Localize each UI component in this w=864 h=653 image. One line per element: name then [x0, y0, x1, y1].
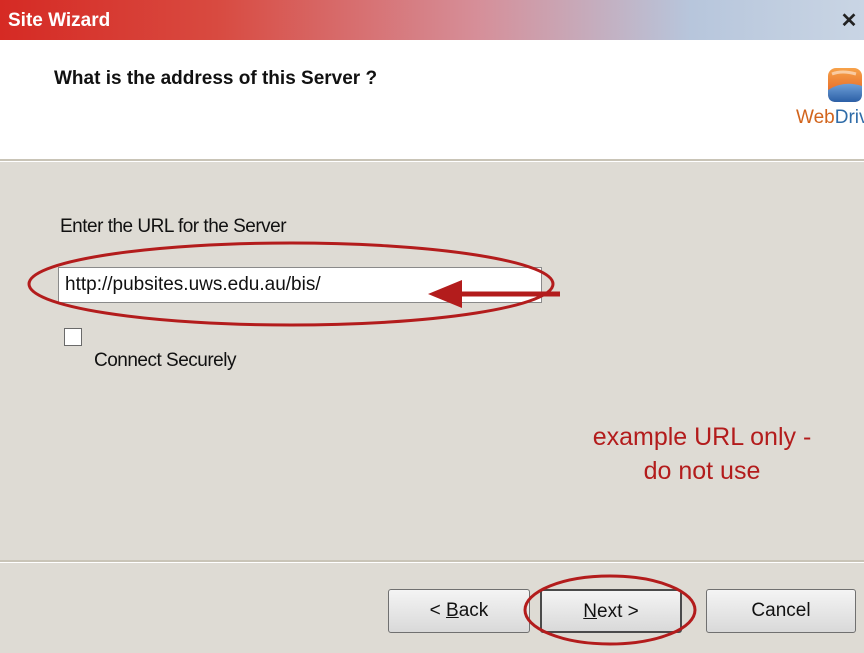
webdrive-logo-icon — [828, 68, 862, 102]
back-button[interactable]: < Back — [388, 589, 530, 633]
wizard-content: Enter the URL for the Server Connect Sec… — [0, 162, 864, 560]
webdrive-logo-text: WebDrive — [796, 107, 864, 129]
cancel-button[interactable]: Cancel — [706, 589, 856, 633]
next-suffix: > — [622, 601, 639, 622]
back-label-rest: ack — [458, 600, 489, 621]
url-field-label: Enter the URL for the Server — [60, 216, 287, 237]
back-prefix: < — [429, 600, 447, 621]
connect-securely-checkbox[interactable] — [64, 328, 82, 346]
annotation-line-1: example URL only - — [592, 423, 812, 451]
next-label-rest: ext — [597, 601, 623, 622]
annotation-line-2: do not use — [643, 457, 761, 485]
connect-securely-label: Connect Securely — [94, 350, 236, 371]
next-button[interactable]: Next > — [540, 589, 682, 633]
next-mnemonic: N — [583, 601, 597, 622]
server-url-input[interactable] — [58, 267, 542, 303]
page-title: What is the address of this Server ? — [54, 68, 378, 89]
close-button[interactable]: ✕ — [838, 10, 860, 32]
back-mnemonic: B — [446, 600, 459, 621]
wizard-footer: < Back Next > Cancel — [0, 563, 864, 653]
window-title: Site Wizard — [8, 10, 111, 31]
title-bar: Site Wizard ✕ — [0, 0, 864, 40]
logo-text-web: Web — [796, 107, 835, 128]
annotation-note: example URL only - do not use — [562, 420, 842, 488]
wizard-header: What is the address of this Server ? Web… — [0, 40, 864, 159]
logo-text-drive: Drive — [834, 107, 864, 128]
